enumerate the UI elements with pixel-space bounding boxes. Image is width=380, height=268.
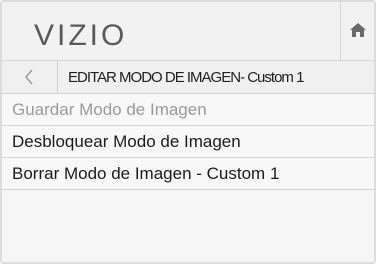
back-button[interactable] — [2, 61, 58, 93]
back-arrow-icon — [25, 69, 33, 85]
menu-item-unlock-picture-mode[interactable]: Desbloquear Modo de Imagen — [2, 126, 374, 158]
home-button[interactable] — [340, 2, 374, 60]
breadcrumb: EDITAR MODO DE IMAGEN- Custom 1 — [2, 61, 374, 94]
home-icon — [350, 23, 366, 37]
tv-menu-panel: VIZIO EDITAR MODO DE IMAGEN- Custom 1 Gu… — [0, 0, 376, 264]
menu-list: Guardar Modo de Imagen Desbloquear Modo … — [2, 94, 374, 190]
page-title: EDITAR MODO DE IMAGEN- Custom 1 — [68, 69, 304, 86]
menu-item-delete-picture-mode[interactable]: Borrar Modo de Imagen - Custom 1 — [2, 158, 374, 190]
vizio-logo: VIZIO — [34, 19, 128, 52]
menu-item-save-picture-mode: Guardar Modo de Imagen — [2, 94, 374, 126]
menu-header: VIZIO — [2, 2, 374, 61]
